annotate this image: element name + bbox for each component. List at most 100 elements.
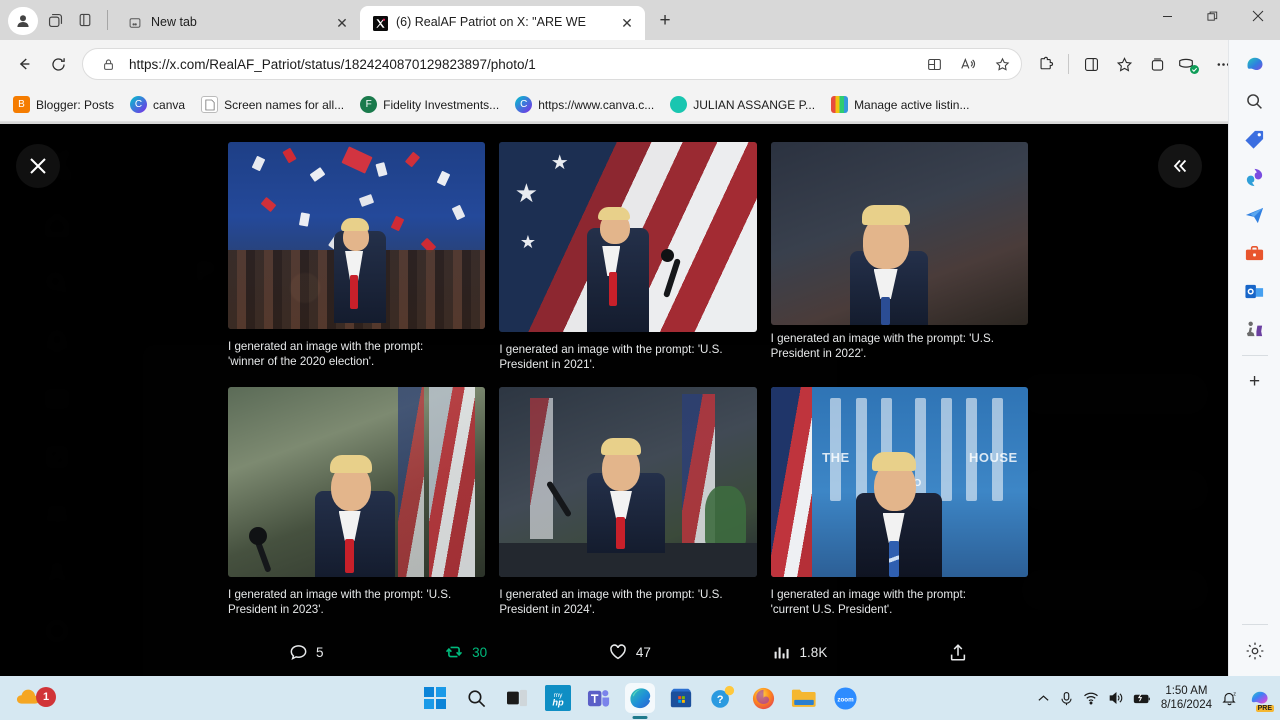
read-aloud-icon[interactable]	[955, 51, 981, 77]
bookmark-label: Fidelity Investments...	[383, 97, 500, 112]
shopping-tag-icon[interactable]	[1238, 122, 1272, 156]
bookmark-manage-listings[interactable]: Manage active listin...	[824, 93, 976, 116]
taskbar-apps: my hp ? zoom	[420, 683, 860, 713]
gear-icon[interactable]	[1238, 634, 1272, 668]
favorite-star-icon[interactable]	[989, 51, 1015, 77]
new-tab-button[interactable]: +	[651, 7, 679, 35]
url-text[interactable]: https://x.com/RealAF_Patriot/status/1824…	[129, 57, 913, 72]
reply-button[interactable]: 5	[288, 642, 324, 662]
copilot-icon[interactable]	[1238, 46, 1272, 80]
svg-text:hp: hp	[552, 697, 564, 707]
bookmark-label: Blogger: Posts	[36, 97, 115, 112]
minimize-button[interactable]	[1145, 0, 1190, 32]
sidebar-divider	[1241, 624, 1268, 625]
split-screen-icon[interactable]	[921, 51, 947, 77]
browser-tab-new-tab[interactable]: New tab ✕	[115, 6, 360, 40]
taskbar-clock[interactable]: 1:50 AM 8/16/2024	[1161, 684, 1212, 713]
search-icon[interactable]	[461, 683, 491, 713]
svg-text:z: z	[1233, 691, 1236, 697]
tab-actions-icon[interactable]	[70, 5, 100, 35]
tab-close-button[interactable]: ✕	[332, 13, 352, 33]
repost-button[interactable]: 30	[444, 642, 487, 662]
reply-count: 5	[316, 644, 324, 660]
restore-button[interactable]	[1190, 0, 1235, 32]
new-tab-icon	[127, 15, 143, 31]
profile-button[interactable]	[8, 7, 38, 35]
bookmark-screen-names[interactable]: Screen names for all...	[194, 93, 351, 116]
close-viewer-button[interactable]	[16, 144, 60, 188]
tools-icon[interactable]	[1238, 236, 1272, 270]
do-not-disturb-icon[interactable]: z	[1221, 690, 1238, 707]
media-thumbnail-5[interactable]	[499, 386, 757, 577]
trump-podium-flag-image: ★ ★ ★	[499, 142, 757, 332]
battery-icon[interactable]	[1133, 691, 1152, 706]
media-thumbnail-4[interactable]	[228, 386, 486, 577]
add-sidebar-app-button[interactable]: +	[1238, 365, 1272, 399]
edge-sidebar: +	[1228, 40, 1280, 676]
bookmark-canva[interactable]: C canva	[123, 93, 192, 116]
microsoft-365-icon[interactable]	[1238, 160, 1272, 194]
wifi-icon[interactable]	[1083, 690, 1099, 706]
bookmark-julian-assange[interactable]: JULIAN ASSANGE P...	[663, 93, 822, 116]
media-caption: I generated an image with the prompt: 'U…	[499, 343, 723, 372]
tab-close-button[interactable]: ✕	[617, 13, 637, 33]
media-cell: THE HOUSE W IO I generated an image with…	[770, 386, 1028, 632]
games-icon[interactable]	[1238, 312, 1272, 346]
lock-icon	[95, 51, 121, 77]
views-button[interactable]: 1.8K	[772, 642, 828, 662]
x-logo-icon	[372, 15, 388, 31]
tray-overflow-icon[interactable]	[1037, 692, 1050, 705]
media-thumbnail-1[interactable]	[228, 142, 486, 329]
task-view-icon[interactable]	[502, 683, 532, 713]
svg-text:?: ?	[717, 694, 724, 706]
microphone-icon[interactable]	[1059, 691, 1074, 706]
start-icon[interactable]	[420, 683, 450, 713]
refresh-button[interactable]	[42, 48, 74, 80]
bookmark-fidelity[interactable]: F Fidelity Investments...	[353, 93, 506, 116]
search-icon[interactable]	[1238, 84, 1272, 118]
extensions-icon[interactable]	[1030, 48, 1062, 80]
browser-tab-x-post[interactable]: (6) RealAF Patriot on X: "ARE WE ✕	[360, 6, 645, 40]
edge-icon[interactable]	[625, 683, 655, 713]
weather-widget[interactable]: 1	[14, 683, 56, 713]
outlook-icon[interactable]	[1238, 274, 1272, 308]
repost-count: 30	[472, 644, 488, 660]
file-explorer-icon[interactable]	[789, 683, 819, 713]
view-count: 1.8K	[799, 644, 828, 660]
bookmark-canva-url[interactable]: C https://www.canva.c...	[508, 93, 661, 116]
back-button[interactable]	[8, 48, 40, 80]
navigation-toolbar: https://x.com/RealAF_Patriot/status/1824…	[0, 40, 1280, 88]
zoom-icon[interactable]: zoom	[830, 683, 860, 713]
media-thumbnail-2[interactable]: ★ ★ ★	[499, 142, 757, 332]
firefox-icon[interactable]	[748, 683, 778, 713]
browser-essentials-icon[interactable]	[1075, 48, 1107, 80]
teams-icon[interactable]	[584, 683, 614, 713]
collapse-sidebar-button[interactable]	[1158, 144, 1202, 188]
share-button[interactable]	[948, 642, 968, 662]
media-thumbnail-6[interactable]: THE HOUSE W IO	[770, 386, 1028, 577]
blogger-icon: B	[13, 96, 30, 113]
bookmark-blogger[interactable]: B Blogger: Posts	[6, 93, 121, 116]
microsoft-store-icon[interactable]	[666, 683, 696, 713]
bookmark-label: canva	[153, 97, 186, 112]
workspaces-icon[interactable]	[40, 5, 70, 35]
media-caption: I generated an image with the prompt: 'U…	[770, 332, 994, 361]
clock-date: 8/16/2024	[1160, 699, 1212, 711]
media-thumbnail-3[interactable]	[770, 142, 1028, 325]
media-cell: ★ ★ ★ I generated an image with the prom…	[499, 142, 757, 387]
volume-icon[interactable]	[1108, 690, 1124, 706]
favorites-icon[interactable]	[1108, 48, 1140, 80]
myhp-icon[interactable]: my hp	[543, 683, 573, 713]
close-window-button[interactable]	[1235, 0, 1280, 32]
media-cell: I generated an image with the prompt: 'U…	[499, 386, 757, 632]
repost-icon	[444, 642, 464, 662]
collections-icon[interactable]	[1141, 48, 1173, 80]
outlook-send-icon[interactable]	[1238, 198, 1272, 232]
media-cell: I generated an image with the prompt: 'w…	[228, 142, 486, 387]
copilot-preview-icon[interactable]: PRE	[1247, 686, 1274, 712]
like-button[interactable]: 47	[608, 642, 651, 662]
document-icon	[201, 96, 219, 113]
browser-profile-icon[interactable]	[1174, 48, 1206, 80]
address-bar[interactable]: https://x.com/RealAF_Patriot/status/1824…	[82, 48, 1022, 80]
help-icon[interactable]: ?	[707, 683, 737, 713]
